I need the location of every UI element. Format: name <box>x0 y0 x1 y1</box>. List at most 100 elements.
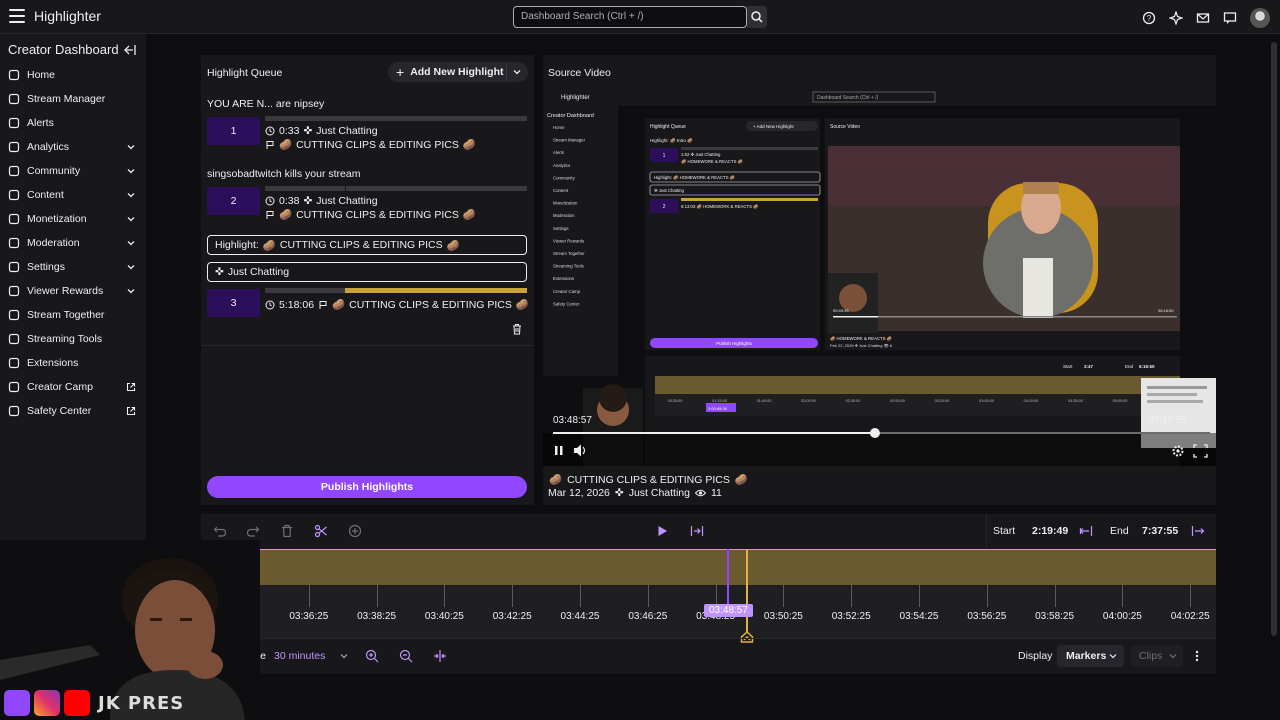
ruler-label: 03:56:25 <box>967 611 1007 622</box>
chevron-down-icon[interactable] <box>126 214 136 224</box>
ruler-label: 03:52:25 <box>831 611 871 622</box>
highlight-number[interactable]: 3 <box>207 289 260 317</box>
sidebar-item-creator-camp[interactable]: Creator Camp <box>0 375 146 399</box>
svg-text:?: ? <box>1147 14 1152 23</box>
fit-to-screen-icon[interactable] <box>433 649 447 663</box>
chevron-down-icon[interactable] <box>126 166 136 176</box>
playhead[interactable] <box>727 549 729 606</box>
inner-search: Dashboard Search (Ctrl + /) <box>817 95 879 101</box>
range-select[interactable]: 30 minutes <box>274 650 325 662</box>
publish-highlights-button[interactable]: Publish Highlights <box>207 476 527 498</box>
monetization-icon <box>8 213 20 225</box>
sidebar-item-label: Moderation <box>27 237 80 249</box>
inner-sidebar-title: Creator Dashboard <box>547 113 594 119</box>
avatar[interactable] <box>1250 8 1270 28</box>
video-stream-title: CUTTING CLIPS & EDITING PICS <box>567 473 730 486</box>
zoom-out-icon[interactable] <box>399 649 413 663</box>
chevron-down-icon[interactable] <box>339 651 349 661</box>
video-player[interactable]: Highlighter Dashboard Search (Ctrl + /) … <box>543 88 1216 466</box>
sidebar-item-community[interactable]: Community <box>0 159 146 183</box>
search-button[interactable] <box>747 6 767 28</box>
chevron-down-icon[interactable] <box>126 190 136 200</box>
markers-dropdown[interactable]: Markers <box>1057 645 1124 667</box>
more-options-icon[interactable] <box>1195 650 1199 662</box>
highlight-progress-bar <box>265 186 527 191</box>
help-icon[interactable]: ? <box>1142 11 1156 25</box>
end-time[interactable]: 7:37:55 <box>1142 525 1178 537</box>
chevron-down-icon[interactable] <box>512 67 522 77</box>
inner-row1-meta: 1:52 ✜ Just Chatting <box>681 152 721 157</box>
chevron-down-icon[interactable] <box>126 142 136 152</box>
trash-icon[interactable] <box>280 524 294 538</box>
chevron-down-icon[interactable] <box>126 238 136 248</box>
search-input[interactable]: Dashboard Search (Ctrl + /) <box>513 6 747 28</box>
highlight-title[interactable]: singsobadtwitch kills your stream <box>207 168 360 180</box>
inner-sidebar-item: Settings <box>553 226 569 231</box>
chevron-down-icon[interactable] <box>126 286 136 296</box>
trash-icon[interactable] <box>511 323 523 335</box>
top-bar: Highlighter Dashboard Search (Ctrl + /) … <box>0 0 1280 34</box>
ruler-tick <box>1054 585 1056 607</box>
sidebar-item-settings[interactable]: Settings <box>0 255 146 279</box>
category-icon: ✜ <box>303 125 313 137</box>
highlight-title[interactable]: YOU ARE N... are nipsey <box>207 98 324 110</box>
sidebar-item-label: Alerts <box>27 117 54 129</box>
inner-row2-num: 2 <box>663 204 666 210</box>
start-time[interactable]: 2:19:49 <box>1032 525 1068 537</box>
highlight-title-field[interactable]: Highlight: 🥔 CUTTING CLIPS & EDITING PIC… <box>207 235 527 255</box>
inbox-icon[interactable] <box>1196 11 1210 25</box>
inner-sidebar-item: Viewer Rewards <box>553 238 584 243</box>
scissors-icon[interactable] <box>314 524 328 538</box>
sidebar-item-viewer-rewards[interactable]: Viewer Rewards <box>0 279 146 303</box>
twitch-icon <box>4 690 30 716</box>
page-scrollbar[interactable] <box>1271 42 1277 636</box>
add-new-highlight-button[interactable]: + Add New Highlight <box>388 62 528 82</box>
sidebar-item-moderation[interactable]: Moderation <box>0 231 146 255</box>
clips-dropdown[interactable]: Clips <box>1130 645 1183 667</box>
inner-ruler-label: 03:45:00 <box>979 399 994 403</box>
highlight-tag: CUTTING CLIPS & EDITING PICS <box>296 208 459 221</box>
highlight-number[interactable]: 2 <box>207 187 260 215</box>
sidebar-item-safety-center[interactable]: Safety Center <box>0 399 146 423</box>
inner-row2-highlight: Highlight: 🥔 HOMEWORK & REACTS 🥔 <box>654 175 736 180</box>
menu-icon[interactable] <box>9 9 25 23</box>
undo-icon[interactable] <box>213 524 227 538</box>
video-frame: Highlighter Dashboard Search (Ctrl + /) … <box>543 88 1216 466</box>
highlight-number[interactable]: 1 <box>207 117 260 145</box>
play-icon[interactable] <box>655 524 669 538</box>
redo-icon[interactable] <box>246 524 260 538</box>
inner-video-date: Feb 22, 2026 ✜ Just Chatting 👁 6 <box>830 343 893 348</box>
zoom-in-icon[interactable] <box>365 649 379 663</box>
sparkle-icon[interactable] <box>1169 11 1183 25</box>
sidebar-item-monetization[interactable]: Monetization <box>0 207 146 231</box>
set-start-icon[interactable] <box>1079 524 1093 538</box>
external-link-icon[interactable] <box>126 382 136 392</box>
add-marker-icon[interactable] <box>348 524 362 538</box>
sidebar-item-label: Creator Camp <box>27 381 93 393</box>
sidebar-item-extensions[interactable]: Extensions <box>0 351 146 375</box>
chat-icon[interactable] <box>1223 11 1237 25</box>
timeline-track[interactable] <box>201 549 1216 585</box>
sidebar-item-streaming-tools[interactable]: Streaming Tools <box>0 327 146 351</box>
chevron-down-icon[interactable] <box>126 262 136 272</box>
inner-start-label: Start <box>1063 364 1073 369</box>
inner-row1-title: Highlight: 🥔 Intro 🥔 <box>650 137 693 143</box>
external-link-icon[interactable] <box>126 406 136 416</box>
jump-to-end-icon[interactable] <box>690 524 704 538</box>
sidebar-item-stream-together[interactable]: Stream Together <box>0 303 146 327</box>
overlay-text: JK PRES <box>98 692 185 714</box>
alerts-icon <box>8 117 20 129</box>
sidebar-item-analytics[interactable]: Analytics <box>0 135 146 159</box>
inner-ruler-label: 02:00:00 <box>801 399 816 403</box>
sidebar-item-alerts[interactable]: Alerts <box>0 111 146 135</box>
sidebar-item-home[interactable]: Home <box>0 63 146 87</box>
sidebar-item-stream-manager[interactable]: Stream Manager <box>0 87 146 111</box>
category-field[interactable]: ✜ Just Chatting <box>207 262 527 282</box>
sidebar-item-content[interactable]: Content <box>0 183 146 207</box>
ruler-tick <box>512 585 514 607</box>
collapse-sidebar-icon[interactable] <box>124 44 136 56</box>
highlight-meta: 0:33 ✜ Just Chatting <box>265 125 378 137</box>
ruler-tick <box>647 585 649 607</box>
set-end-icon[interactable] <box>1191 524 1205 538</box>
timeline-panel: Start 2:19:49 End 7:37:55 03:34:2503:36:… <box>201 514 1216 674</box>
